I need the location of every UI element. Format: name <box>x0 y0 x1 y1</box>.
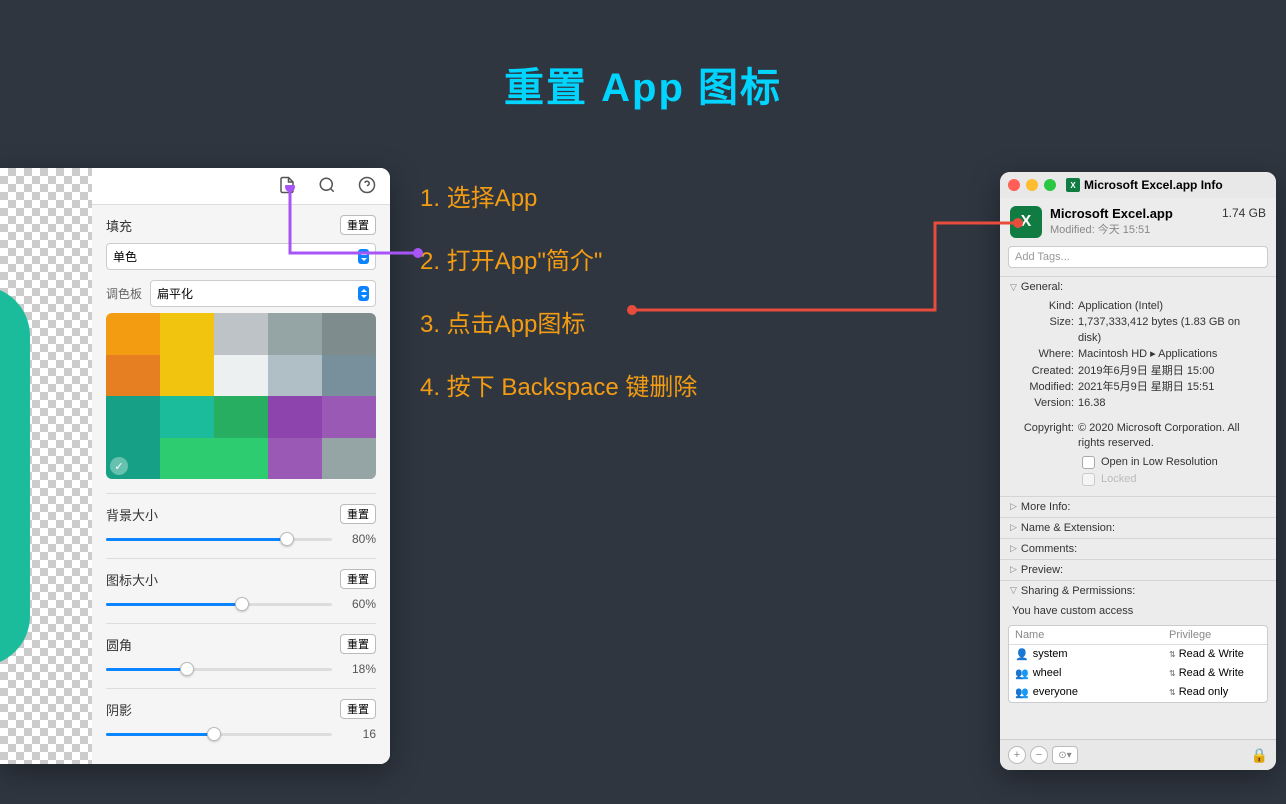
perm-access-text: You have custom access <box>1000 601 1276 621</box>
slider-value: 60% <box>344 597 376 611</box>
color-swatch[interactable] <box>160 396 214 438</box>
minimize-button[interactable] <box>1026 179 1038 191</box>
permission-row[interactable]: 👥wheel⇅Read & Write <box>1009 664 1267 683</box>
app-name: Microsoft Excel.app <box>1050 206 1173 221</box>
color-swatch[interactable] <box>106 313 160 355</box>
tags-input[interactable]: Add Tags... <box>1008 246 1268 268</box>
permissions-table: Name Privilege 👤system⇅Read & Write👥whee… <box>1008 625 1268 703</box>
editor-toolbar <box>92 168 390 205</box>
open-low-res-checkbox[interactable] <box>1082 456 1095 469</box>
user-icon: 👤 <box>1015 648 1029 661</box>
palette-label: 调色板 <box>106 285 142 302</box>
color-mode-dropdown[interactable]: 单色 <box>106 243 376 270</box>
slider-track[interactable] <box>106 733 332 736</box>
palette-style-value: 扁平化 <box>157 285 193 302</box>
sharing-section-header[interactable]: ▽Sharing & Permissions: <box>1000 580 1276 601</box>
slider-thumb[interactable] <box>235 597 249 611</box>
step-3: 3. 点击App图标 <box>420 304 697 339</box>
slider-track[interactable] <box>106 668 332 671</box>
slider-label: 背景大小 <box>106 505 158 524</box>
slider-track[interactable] <box>106 603 332 606</box>
check-icon: ✓ <box>110 457 128 475</box>
window-title-text: Microsoft Excel.app Info <box>1084 178 1223 192</box>
slider-thumb[interactable] <box>280 532 294 546</box>
preview-section-header[interactable]: ▷Preview: <box>1000 559 1276 580</box>
step-2: 2. 打开App"简介" <box>420 241 697 276</box>
color-swatch[interactable] <box>214 313 268 355</box>
slider-reset-button[interactable]: 重置 <box>340 504 376 524</box>
app-icon[interactable]: X <box>1010 206 1042 238</box>
zoom-button[interactable] <box>1044 179 1056 191</box>
perm-toolbar: + − ⊙▾ 🔒 <box>1000 739 1276 770</box>
steps-list: 1. 选择App 2. 打开App"简介" 3. 点击App图标 4. 按下 B… <box>420 178 697 430</box>
app-size: 1.74 GB <box>1222 206 1266 221</box>
color-swatch[interactable] <box>322 313 376 355</box>
slider-reset-button[interactable]: 重置 <box>340 569 376 589</box>
palette-style-dropdown[interactable]: 扁平化 <box>150 280 376 307</box>
step-4: 4. 按下 Backspace 键删除 <box>420 367 697 402</box>
locked-checkbox[interactable] <box>1082 473 1095 486</box>
excel-icon-small: X <box>1066 178 1080 192</box>
slider-reset-button[interactable]: 重置 <box>340 699 376 719</box>
slider-track[interactable] <box>106 538 332 541</box>
fill-label: 填充 <box>106 216 132 235</box>
color-swatch[interactable] <box>106 396 160 438</box>
main-title: 重置 App 图标 <box>504 55 782 113</box>
add-button[interactable]: + <box>1008 746 1026 764</box>
window-titlebar: X Microsoft Excel.app Info <box>1000 172 1276 198</box>
lock-icon[interactable]: 🔒 <box>1251 747 1268 764</box>
user-icon: 👥 <box>1015 686 1029 699</box>
window-title: X Microsoft Excel.app Info <box>1066 178 1223 192</box>
slider-value: 80% <box>344 532 376 546</box>
icon-preview-area <box>0 168 92 764</box>
step-1: 1. 选择App <box>420 178 697 213</box>
document-icon[interactable] <box>278 176 296 194</box>
color-swatch[interactable] <box>268 438 322 480</box>
fill-reset-button[interactable]: 重置 <box>340 215 376 235</box>
slider-thumb[interactable] <box>207 727 221 741</box>
permission-row[interactable]: 👥everyone⇅Read only <box>1009 683 1267 702</box>
color-swatch[interactable] <box>322 438 376 480</box>
slider-value: 18% <box>344 662 376 676</box>
slider-value: 16 <box>344 727 376 741</box>
getinfo-window: X Microsoft Excel.app Info X Microsoft E… <box>1000 172 1276 770</box>
nameext-section-header[interactable]: ▷Name & Extension: <box>1000 517 1276 538</box>
app-modified: Modified: 今天 15:51 <box>1050 221 1266 237</box>
user-icon: 👥 <box>1015 667 1029 680</box>
comments-section-header[interactable]: ▷Comments: <box>1000 538 1276 559</box>
color-swatch[interactable] <box>160 355 214 397</box>
color-swatch[interactable] <box>268 313 322 355</box>
color-swatch[interactable] <box>214 438 268 480</box>
search-icon[interactable] <box>318 176 336 194</box>
color-swatch[interactable] <box>268 396 322 438</box>
icon-shape-preview <box>0 286 30 666</box>
slider-label: 图标大小 <box>106 570 158 589</box>
moreinfo-section-header[interactable]: ▷More Info: <box>1000 496 1276 517</box>
permission-row[interactable]: 👤system⇅Read & Write <box>1009 645 1267 664</box>
dropdown-arrow-icon <box>358 286 369 301</box>
action-menu-button[interactable]: ⊙▾ <box>1052 746 1078 764</box>
color-swatch[interactable] <box>214 355 268 397</box>
remove-button[interactable]: − <box>1030 746 1048 764</box>
slider-thumb[interactable] <box>180 662 194 676</box>
help-icon[interactable] <box>358 176 376 194</box>
color-mode-value: 单色 <box>113 248 137 265</box>
dropdown-arrow-icon <box>358 249 369 264</box>
general-section-header[interactable]: ▽General: <box>1000 276 1276 297</box>
color-swatch[interactable] <box>160 438 214 480</box>
color-swatch[interactable] <box>322 396 376 438</box>
slider-reset-button[interactable]: 重置 <box>340 634 376 654</box>
color-swatch[interactable] <box>106 355 160 397</box>
color-swatch[interactable] <box>268 355 322 397</box>
icon-editor-panel: 填充 重置 单色 调色板 扁平化 ✓ 背景大小 重置 80% <box>0 168 390 764</box>
color-swatch[interactable] <box>322 355 376 397</box>
color-swatch[interactable] <box>214 396 268 438</box>
close-button[interactable] <box>1008 179 1020 191</box>
slider-label: 阴影 <box>106 700 132 719</box>
color-swatch[interactable] <box>160 313 214 355</box>
slider-label: 圆角 <box>106 635 132 654</box>
color-swatch-grid: ✓ <box>106 313 376 479</box>
color-swatch[interactable]: ✓ <box>106 438 160 480</box>
